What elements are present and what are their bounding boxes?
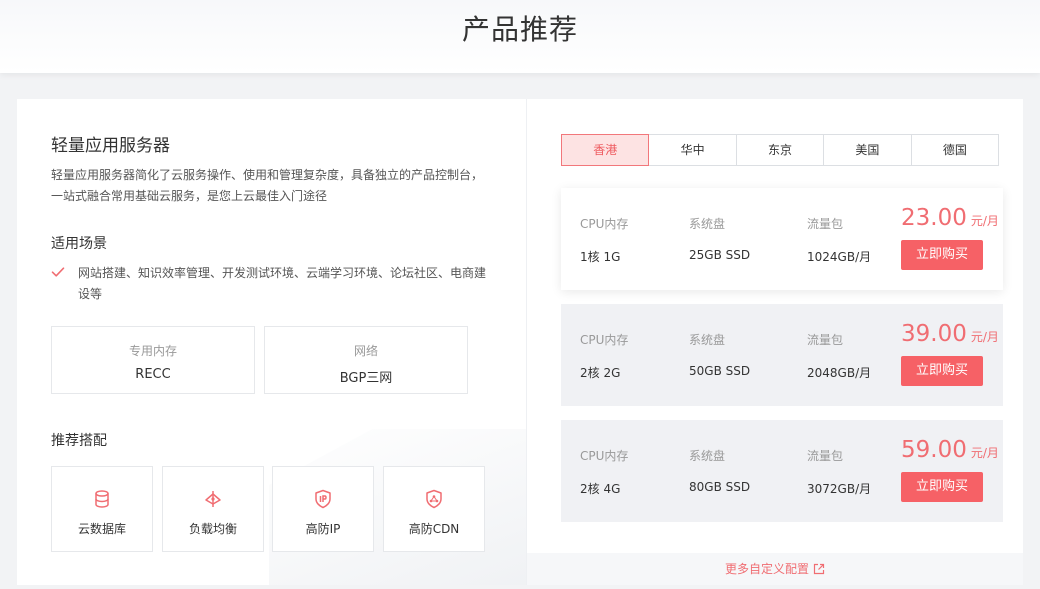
buy-button[interactable]: 立即购买 [901, 356, 983, 386]
product-panel: 轻量应用服务器 轻量应用服务器简化了云服务操作、使用和管理复杂度，具备独立的产品… [17, 99, 1023, 585]
recommend-shield-cdn[interactable]: 高防CDN [383, 466, 485, 552]
spec-card-memory: 专用内存 RECC [51, 326, 255, 394]
price-number: 59.00 [901, 437, 967, 463]
more-config-link[interactable]: 更多自定义配置 [527, 553, 1023, 585]
load-balance-icon [205, 491, 221, 507]
plan-disk-label: 系统盘 [689, 333, 726, 347]
recommend-label: 云数据库 [77, 522, 126, 536]
check-icon [51, 267, 65, 277]
buy-button[interactable]: 立即购买 [901, 240, 983, 270]
plan-disk-value: 80GB SSD [689, 480, 751, 494]
price-number: 23.00 [901, 205, 967, 231]
plan-cpu-value: 1核 1G [580, 250, 621, 264]
tab-usa[interactable]: 美国 [824, 134, 912, 166]
description-line: 轻量应用服务器简化了云服务操作、使用和管理复杂度，具备独立的产品控制台， [51, 168, 484, 182]
plans-section: 香港 华中 东京 美国 德国 CPU内存 1核 1G 系统盘 25GB SSD … [527, 99, 1023, 585]
shield-ip-icon [315, 489, 331, 509]
price-unit: 元/月 [970, 446, 999, 460]
plan-traffic-value: 2048GB/月 [807, 366, 872, 380]
spec-label: 专用内存 [128, 344, 177, 358]
plan-card: CPU内存 2核 4G 系统盘 80GB SSD 流量包 3072GB/月 59… [561, 420, 1003, 522]
plan-disk-value: 25GB SSD [689, 248, 751, 262]
product-description: 轻量应用服务器简化了云服务操作、使用和管理复杂度，具备独立的产品控制台， 一站式… [51, 165, 491, 207]
price-number: 39.00 [901, 321, 967, 347]
scenario-item: 网站搭建、知识效率管理、开发测试环境、云端学习环境、论坛社区、电商建设等 [51, 263, 491, 305]
recommend-shield-ip[interactable]: 高防IP [272, 466, 374, 552]
plan-traffic-label: 流量包 [807, 449, 844, 463]
page-title: 产品推荐 [461, 13, 578, 46]
region-tabs: 香港 华中 东京 美国 德国 [561, 134, 1000, 166]
price-unit: 元/月 [970, 214, 999, 228]
plan-traffic-value: 3072GB/月 [807, 482, 872, 496]
plan-price: 23.00 元/月 [901, 205, 999, 231]
plan-traffic-value: 1024GB/月 [807, 250, 872, 264]
scenarios-heading: 适用场景 [51, 236, 107, 252]
plan-disk-label: 系统盘 [689, 449, 726, 463]
page-header: 产品推荐 [0, 0, 1040, 73]
tab-hongkong[interactable]: 香港 [561, 134, 650, 166]
recommend-load-balance[interactable]: 负载均衡 [162, 466, 264, 552]
external-link-icon [813, 563, 825, 575]
recommend-database[interactable]: 云数据库 [51, 466, 153, 552]
plan-cpu-value: 2核 4G [580, 482, 621, 496]
tab-germany[interactable]: 德国 [911, 134, 1000, 166]
scenario-text: 网站搭建、知识效率管理、开发测试环境、云端学习环境、论坛社区、电商建设等 [78, 266, 487, 301]
description-line: 一站式融合常用基础云服务，是您上云最佳入门途径 [51, 189, 328, 203]
plan-price: 39.00 元/月 [901, 321, 999, 347]
spec-label: 网络 [353, 344, 378, 358]
plan-card: CPU内存 2核 2G 系统盘 50GB SSD 流量包 2048GB/月 39… [561, 304, 1003, 406]
plan-disk-label: 系统盘 [689, 217, 726, 231]
recommend-label: 高防IP [305, 522, 341, 536]
plan-cpu-label: CPU内存 [580, 217, 629, 231]
buy-button[interactable]: 立即购买 [901, 472, 983, 502]
shield-cdn-icon [426, 489, 442, 509]
recommend-label: 负载均衡 [188, 522, 237, 536]
product-title: 轻量应用服务器 [51, 136, 170, 156]
spec-value: RECC [135, 367, 171, 382]
database-icon [95, 490, 109, 508]
recommend-label: 高防CDN [408, 522, 460, 536]
plan-cpu-label: CPU内存 [580, 449, 629, 463]
product-info: 轻量应用服务器 轻量应用服务器简化了云服务操作、使用和管理复杂度，具备独立的产品… [17, 99, 527, 585]
plan-cpu-value: 2核 2G [580, 366, 621, 380]
price-unit: 元/月 [970, 330, 999, 344]
spec-value: BGP三网 [339, 371, 393, 386]
plan-disk-value: 50GB SSD [689, 364, 751, 378]
tab-tokyo[interactable]: 东京 [736, 134, 825, 166]
plan-traffic-label: 流量包 [807, 333, 844, 347]
tab-central-china[interactable]: 华中 [649, 134, 737, 166]
plan-cpu-label: CPU内存 [580, 333, 629, 347]
plan-traffic-label: 流量包 [807, 217, 844, 231]
recommend-heading: 推荐搭配 [51, 433, 107, 449]
plan-card: CPU内存 1核 1G 系统盘 25GB SSD 流量包 1024GB/月 23… [561, 188, 1003, 290]
spec-card-network: 网络 BGP三网 [264, 326, 468, 394]
plan-price: 59.00 元/月 [901, 437, 999, 463]
more-config-label: 更多自定义配置 [724, 562, 809, 576]
